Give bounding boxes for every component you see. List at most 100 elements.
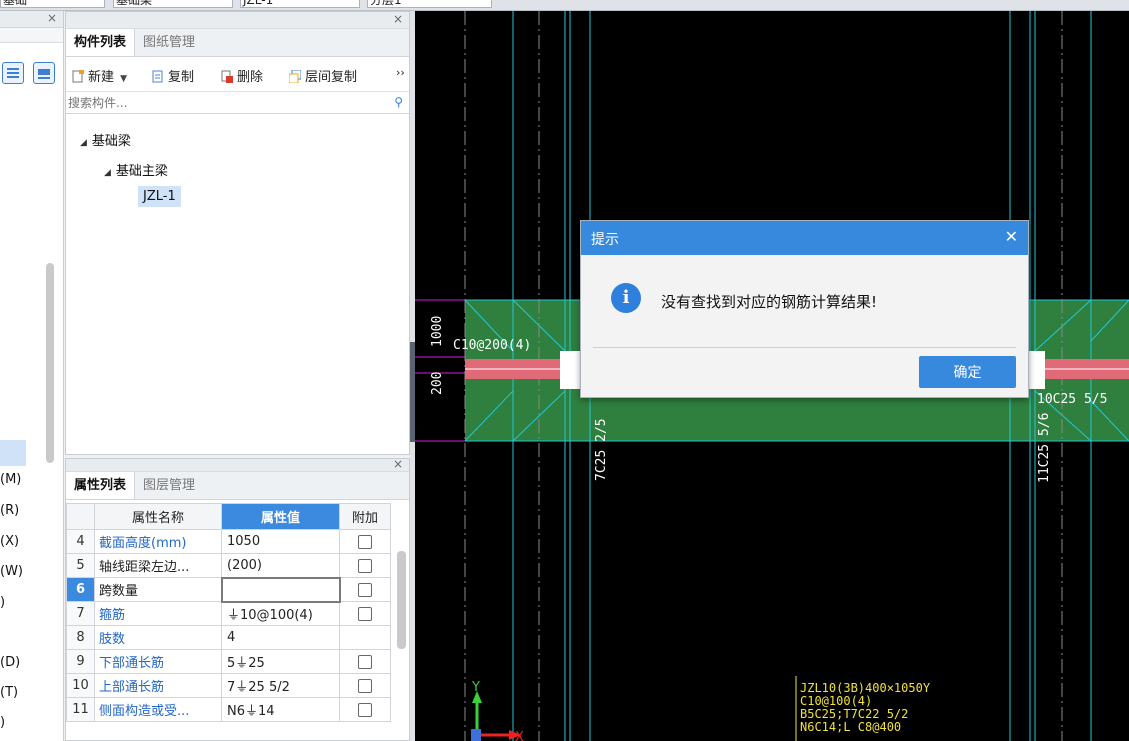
list-view-icon[interactable] <box>2 62 24 84</box>
shortcut-label[interactable]: (W) <box>0 564 23 579</box>
property-value[interactable]: 1050 <box>221 529 340 554</box>
more-button[interactable]: ›› <box>396 66 405 79</box>
property-value-editor[interactable] <box>220 576 341 603</box>
tree-node-foundation-beam[interactable]: ◢ 基础梁 <box>80 130 131 149</box>
table-row[interactable]: 6 跨数量 <box>66 576 391 603</box>
property-name: 截面高度(mm) <box>94 529 222 554</box>
tree-node-jzl-1[interactable]: JZL-1 <box>138 186 181 207</box>
row-number: 5 <box>66 553 95 578</box>
expand-triangle-icon[interactable]: ◢ <box>104 168 111 178</box>
table-row[interactable]: 7 箍筋 ⏚10@100(4) <box>66 601 391 626</box>
panel-titlebar: × <box>66 12 409 29</box>
shortcut-label[interactable]: (R) <box>0 503 19 518</box>
property-name: 侧面构造或受... <box>94 697 222 722</box>
component-list-panel: × 构件列表 图纸管理 新建 ▼ 复制 删除 层间复制 ›› ⚲ ◢ 基础梁 ◢ 基… <box>65 11 410 455</box>
rebar-label-vertical-left: 7C25 2/5 <box>594 418 609 481</box>
table-row[interactable]: 8 肢数 4 <box>66 625 391 650</box>
scrollbar[interactable] <box>46 263 54 463</box>
component-select[interactable]: JZL-1 <box>240 0 360 8</box>
category-select[interactable]: 基础 <box>0 0 105 8</box>
extra-checkbox[interactable] <box>358 702 372 717</box>
property-value[interactable]: 7⏚25 5/2 <box>221 673 340 698</box>
extra-checkbox[interactable] <box>358 654 372 669</box>
subcategory-select[interactable]: 基础梁 <box>113 0 233 8</box>
annotation-line: JZL10(3B)400×1050Y <box>800 681 931 695</box>
extra-cell <box>339 625 391 650</box>
new-button[interactable]: 新建 ▼ <box>72 66 127 85</box>
extra-checkbox[interactable] <box>358 678 372 693</box>
stirrup-label: C10@200(4) <box>453 338 531 353</box>
property-table: 属性名称 属性值 附加 4 截面高度(mm) 1050 5 轴线距梁左边... … <box>66 503 391 722</box>
axis-indicator: Y X <box>471 680 524 741</box>
property-value[interactable]: 5⏚25 <box>221 649 340 674</box>
table-row[interactable]: 4 截面高度(mm) 1050 <box>66 529 391 554</box>
shortcut-label[interactable]: ) <box>0 715 5 730</box>
extra-cell <box>339 697 391 722</box>
selected-nav-item[interactable] <box>0 440 26 466</box>
property-name: 上部通长筋 <box>94 673 222 698</box>
property-name: 下部通长筋 <box>94 649 222 674</box>
close-icon[interactable]: × <box>393 457 403 471</box>
ok-button[interactable]: 确定 <box>919 356 1016 388</box>
search-input[interactable] <box>66 92 409 113</box>
top-selector-bar: 基础 基础梁 JZL-1 分层1 <box>0 0 1129 11</box>
dialog-header: 提示 ✕ <box>581 221 1028 255</box>
tab-property-list[interactable]: 属性列表 <box>66 472 136 499</box>
row-number: 4 <box>66 529 95 554</box>
shortcut-label[interactable]: (M) <box>0 472 21 487</box>
close-icon[interactable]: ✕ <box>1005 227 1018 246</box>
scrollbar[interactable] <box>397 551 406 649</box>
property-value[interactable]: (200) <box>221 553 340 578</box>
close-icon[interactable]: × <box>47 11 57 25</box>
extra-checkbox[interactable] <box>358 582 373 597</box>
card-view-icon[interactable] <box>33 62 55 84</box>
rebar-label-right: 10C25 5/5 <box>1037 392 1107 407</box>
search-icon[interactable]: ⚲ <box>394 95 403 109</box>
shortcut-label[interactable]: ) <box>0 595 5 610</box>
tab-component-list[interactable]: 构件列表 <box>66 29 136 56</box>
dim-label-1000: 1000 <box>430 316 445 347</box>
panel-header: × <box>0 11 63 28</box>
table-row[interactable]: 5 轴线距梁左边... (200) <box>66 553 391 578</box>
dropdown-arrow-icon: ▼ <box>120 74 128 84</box>
rebar-label-vertical-right: 11C25 5/6 <box>1037 413 1052 483</box>
table-row[interactable]: 9 下部通长筋 5⏚25 <box>66 649 391 674</box>
shortcut-label[interactable]: (X) <box>0 534 19 549</box>
tree-node-main-beam[interactable]: ◢ 基础主梁 <box>104 160 168 179</box>
property-name: 肢数 <box>94 625 222 650</box>
annotation-line: B5C25;T7C22 5/2 <box>800 707 908 721</box>
floor-copy-button[interactable]: 层间复制 <box>289 66 357 85</box>
floor-copy-label: 层间复制 <box>305 70 358 85</box>
property-value[interactable]: ⏚10@100(4) <box>221 601 340 626</box>
property-value[interactable]: 4 <box>221 625 340 650</box>
layer-select[interactable]: 分层1 <box>367 0 492 8</box>
expand-triangle-icon[interactable]: ◢ <box>80 138 87 148</box>
copy-label: 复制 <box>168 70 195 85</box>
new-file-icon <box>72 70 84 83</box>
tab-layer-management[interactable]: 图层管理 <box>135 472 203 499</box>
dialog-message: 没有查找到对应的钢筋计算结果! <box>661 293 878 311</box>
table-row[interactable]: 10 上部通长筋 7⏚25 5/2 <box>66 673 391 698</box>
table-row[interactable]: 11 侧面构造或受... N6⏚14 <box>66 697 391 722</box>
shortcut-label[interactable]: (D) <box>0 655 20 670</box>
column-header-value: 属性值 <box>221 503 340 530</box>
panel-subheader <box>0 28 63 43</box>
extra-checkbox[interactable] <box>358 534 372 549</box>
extra-checkbox[interactable] <box>358 558 372 573</box>
dialog-separator <box>593 347 1016 348</box>
row-number: 8 <box>66 625 95 650</box>
extra-cell <box>339 601 391 626</box>
dialog-title: 提示 <box>591 232 619 248</box>
row-number: 10 <box>66 673 95 698</box>
axis-x-label: X <box>515 730 524 741</box>
copy-button[interactable]: 复制 <box>152 66 194 85</box>
extra-checkbox[interactable] <box>358 606 372 621</box>
shortcut-label[interactable]: (T) <box>0 685 18 700</box>
delete-button[interactable]: 删除 <box>221 66 263 85</box>
close-icon[interactable]: × <box>393 12 403 26</box>
tab-drawing-management[interactable]: 图纸管理 <box>135 29 203 56</box>
property-value[interactable]: N6⏚14 <box>221 697 340 722</box>
extra-cell <box>339 529 391 554</box>
component-toolbar: 新建 ▼ 复制 删除 层间复制 ›› <box>66 57 409 92</box>
column-header-extra: 附加 <box>339 503 391 530</box>
